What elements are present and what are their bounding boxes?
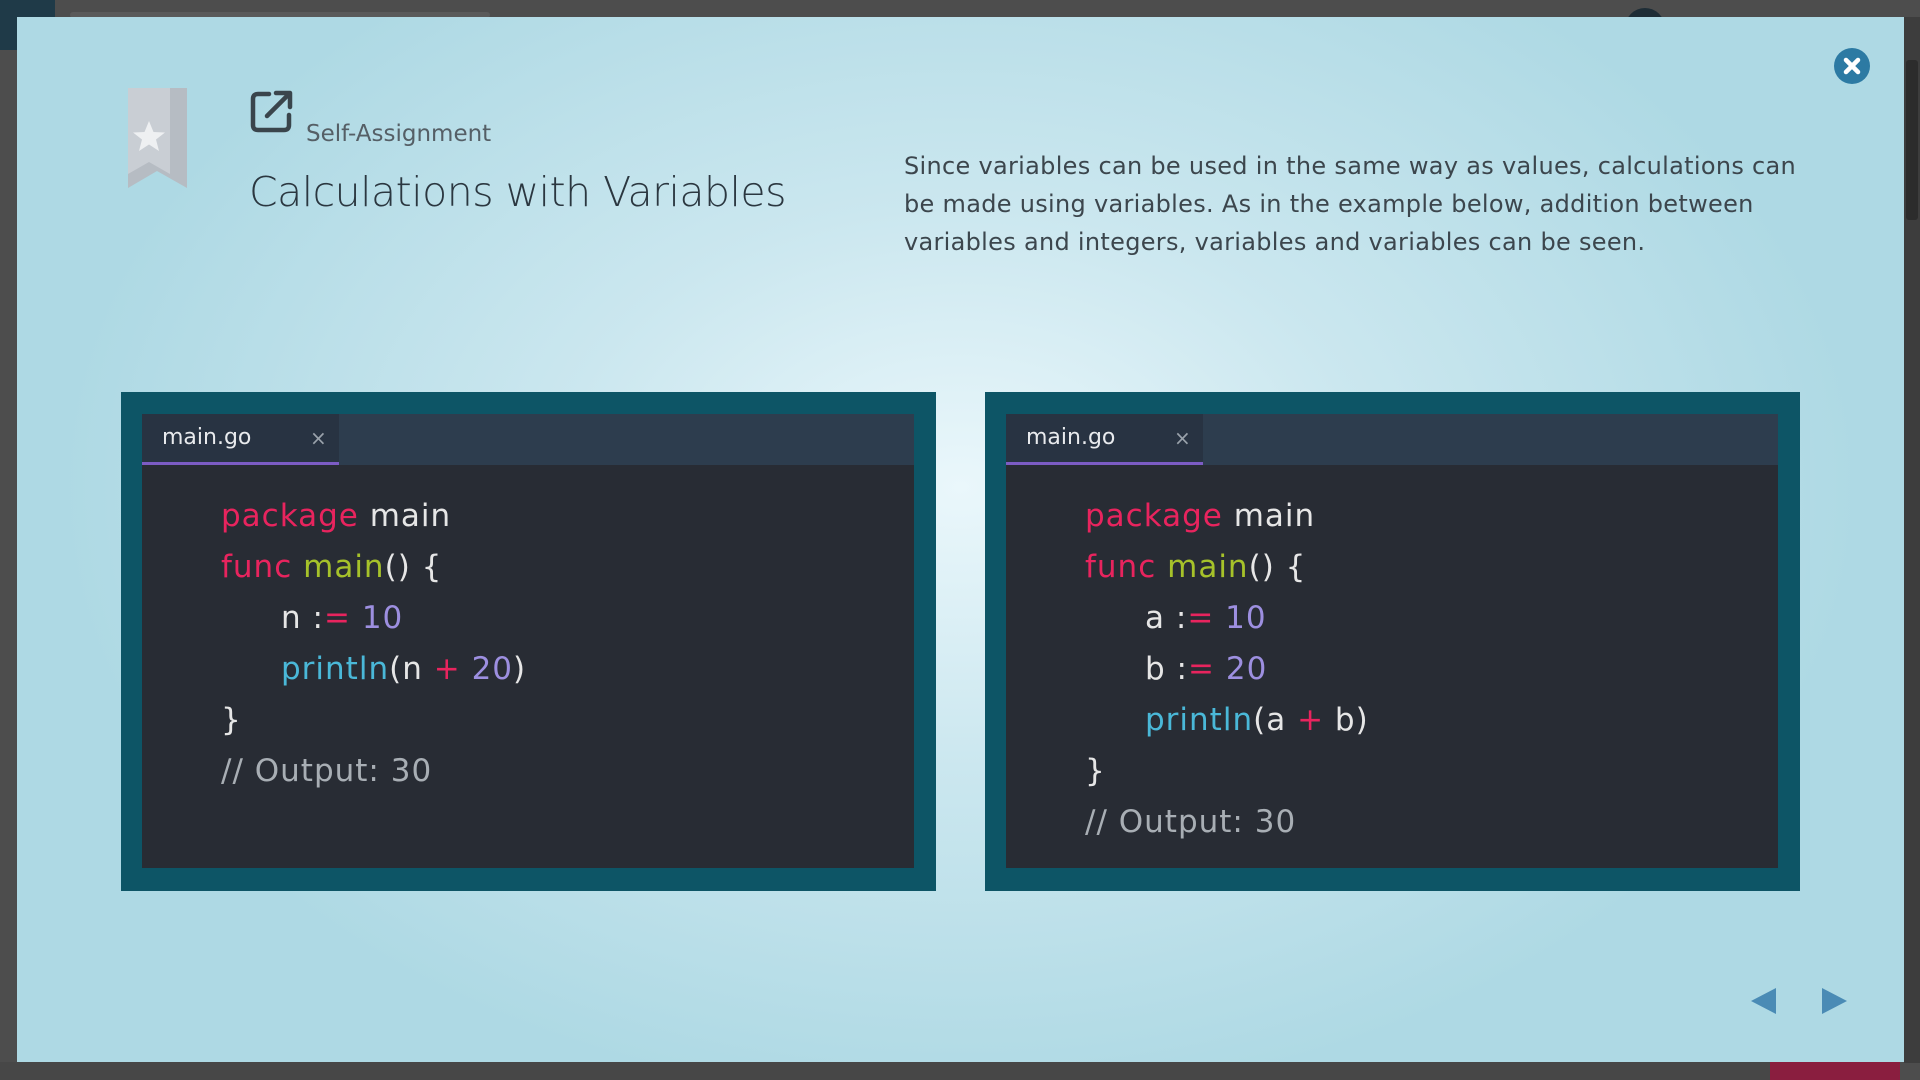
lesson-title: Calculations with Variables <box>249 168 787 216</box>
code-operator: = <box>323 600 351 636</box>
triangle-right-icon <box>1822 988 1847 1014</box>
tab-close-icon[interactable]: × <box>310 426 327 450</box>
lesson-category: Self-Assignment <box>306 121 492 147</box>
code-example-1: main.go × package main func main() { n :… <box>121 392 936 891</box>
code-example-2: main.go × package main func main() { a :… <box>985 392 1800 891</box>
code-line: } <box>221 695 526 746</box>
code-line: println(a + b) <box>1085 695 1369 746</box>
code-text: (n <box>389 651 434 687</box>
tab-main-go[interactable]: main.go × <box>1006 414 1203 465</box>
code-line: func main() { <box>221 542 526 593</box>
code-assign: : <box>312 600 324 636</box>
editor-tab-bar: main.go × <box>1006 414 1778 465</box>
previous-button[interactable] <box>1747 984 1781 1018</box>
lesson-modal: Self-Assignment Calculations with Variab… <box>17 17 1904 1062</box>
code-function-name: main <box>1167 549 1249 585</box>
tab-main-go[interactable]: main.go × <box>142 414 339 465</box>
external-link-icon <box>250 90 293 133</box>
code-keyword: package <box>221 498 359 534</box>
code-text: } <box>221 702 242 738</box>
code-builtin-call: println <box>281 651 390 687</box>
code-keyword: func <box>221 549 293 585</box>
code-number: 20 <box>471 651 514 687</box>
code-text: } <box>1085 753 1106 789</box>
code-text: () { <box>1248 549 1307 585</box>
code-line: n := 10 <box>221 593 526 644</box>
code-assign: : <box>1175 600 1188 636</box>
next-button[interactable] <box>1817 984 1851 1018</box>
code-assign: : <box>1176 651 1188 687</box>
close-icon <box>1843 57 1861 75</box>
code-text: (a <box>1253 702 1298 738</box>
bookmark-button[interactable] <box>111 88 187 188</box>
code-editor: main.go × package main func main() { n :… <box>142 414 914 868</box>
code-variable: b <box>1145 651 1166 687</box>
bookmark-star-icon <box>128 88 187 188</box>
code-variable: n <box>281 600 302 636</box>
editor-tab-bar: main.go × <box>142 414 914 465</box>
code-keyword: func <box>1085 549 1157 585</box>
code-line: a := 10 <box>1085 593 1369 644</box>
code-operator: = <box>1187 600 1215 636</box>
code-number: 10 <box>1225 600 1267 636</box>
code-editor: main.go × package main func main() { a :… <box>1006 414 1778 868</box>
code-variable: a <box>1145 600 1165 636</box>
code-number: 10 <box>361 600 404 636</box>
close-button[interactable] <box>1834 48 1870 84</box>
code-line: b := 20 <box>1085 644 1369 695</box>
code-block: package main func main() { n := 10 print… <box>221 491 526 797</box>
tab-label: main.go <box>1026 425 1116 450</box>
code-line: func main() { <box>1085 542 1369 593</box>
code-line: package main <box>1085 491 1369 542</box>
code-operator: = <box>1188 651 1215 687</box>
code-block: package main func main() { a := 10 b := … <box>1085 491 1369 848</box>
code-comment: // Output: 30 <box>1085 804 1297 840</box>
triangle-left-icon <box>1751 988 1776 1014</box>
code-builtin-call: println <box>1145 702 1254 738</box>
page-scrollbar-thumb[interactable] <box>1906 60 1918 220</box>
backdrop-footer-strip <box>0 1062 1770 1080</box>
code-line: } <box>1085 746 1369 797</box>
code-line: println(n + 20) <box>221 644 526 695</box>
code-text: () { <box>384 549 443 585</box>
code-operator: + <box>433 651 461 687</box>
code-keyword: package <box>1085 498 1223 534</box>
code-text: main <box>1222 498 1316 534</box>
code-line: package main <box>221 491 526 542</box>
code-number: 20 <box>1225 651 1268 687</box>
tab-close-icon[interactable]: × <box>1174 426 1191 450</box>
code-text: b) <box>1324 702 1369 738</box>
code-text: main <box>358 498 452 534</box>
code-text: ) <box>513 651 527 687</box>
code-comment: // Output: 30 <box>221 753 433 789</box>
code-function-name: main <box>303 549 385 585</box>
lesson-description: Since variables can be used in the same … <box>904 152 1797 256</box>
tab-label: main.go <box>162 425 252 450</box>
code-operator: + <box>1297 702 1325 738</box>
